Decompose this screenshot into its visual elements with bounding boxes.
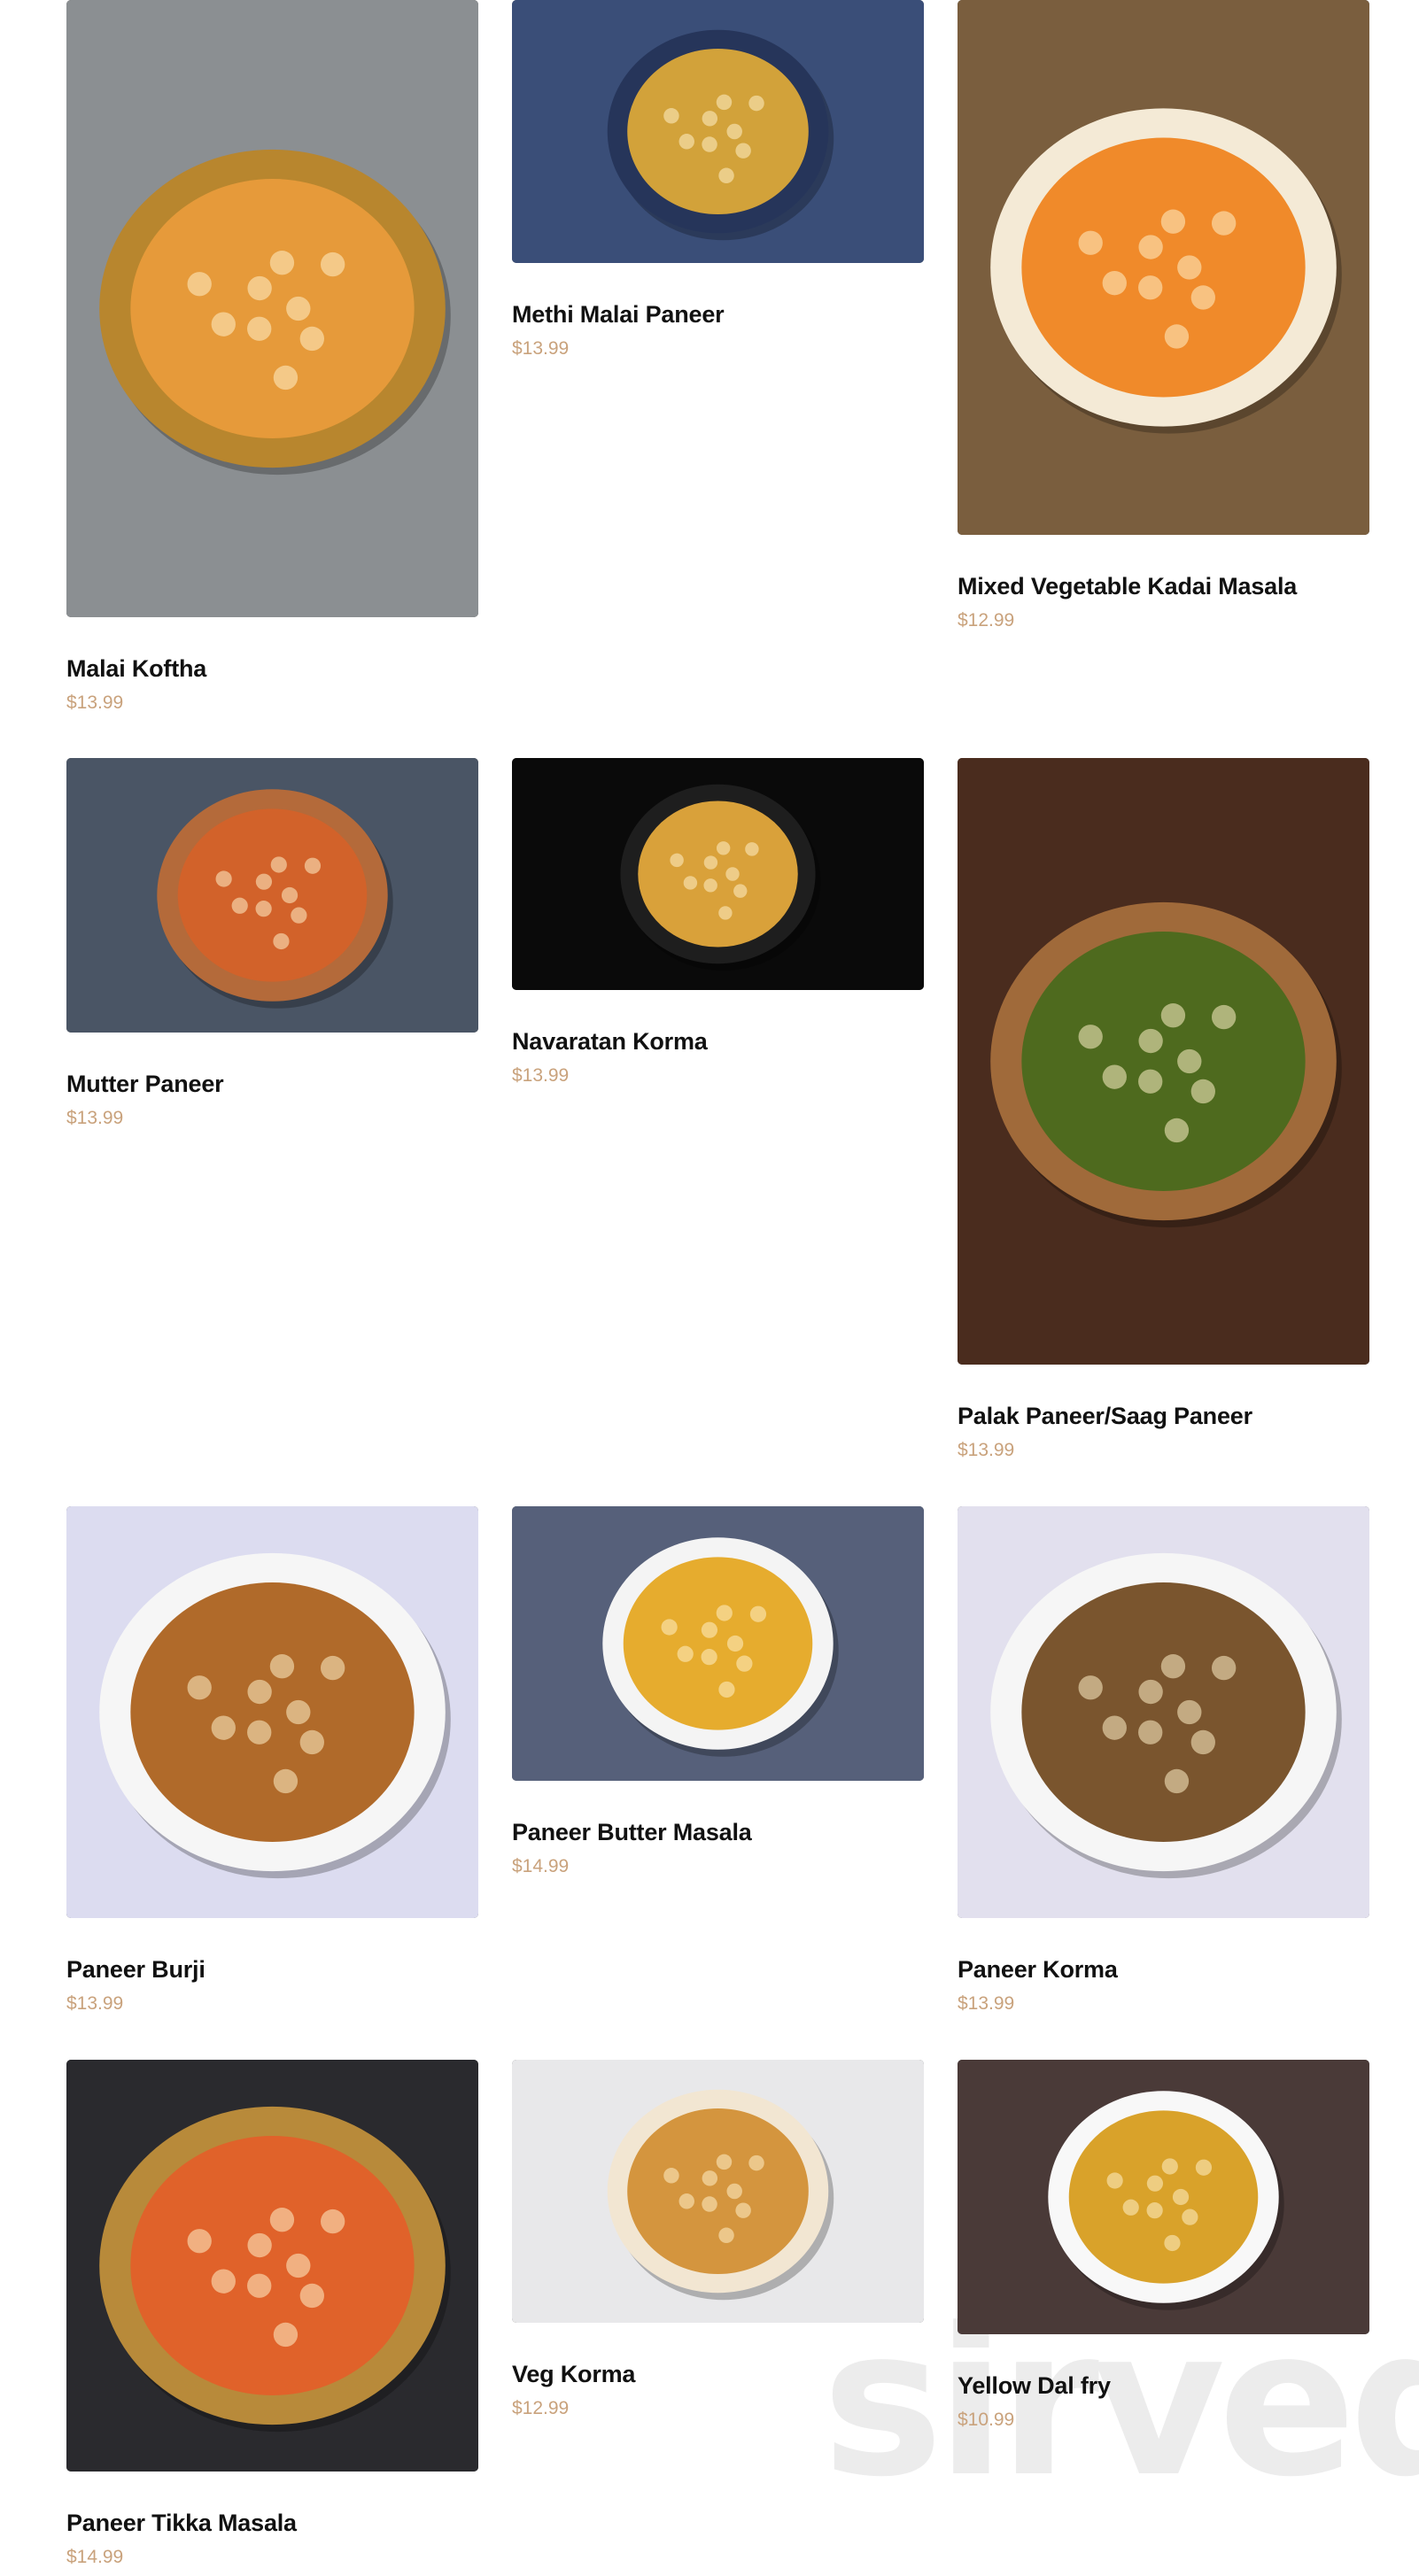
methi-malai-paneer-photo: [512, 0, 924, 263]
menu-item-price: $12.99: [512, 2398, 570, 2418]
navaratan-korma-photo: [512, 758, 924, 990]
mutter-paneer-photo: [66, 758, 478, 1033]
menu-item-price: $14.99: [66, 2547, 124, 2567]
menu-item-card[interactable]: Mixed Vegetable Kadai Masala $12.99: [958, 0, 1369, 632]
menu-item-card[interactable]: Palak Paneer/Saag Paneer $13.99: [958, 758, 1369, 1462]
menu-item-price: $10.99: [958, 2410, 1015, 2430]
menu-item-price: $13.99: [958, 1440, 1015, 1460]
menu-item-card[interactable]: Paneer Butter Masala $14.99: [512, 1506, 924, 1878]
menu-item-name: Yellow Dal fry: [958, 2372, 1111, 2399]
menu-item-name: Paneer Korma: [958, 1956, 1118, 1983]
menu-item-name: Paneer Tikka Masala: [66, 2510, 297, 2536]
menu-item-price: $13.99: [512, 338, 570, 359]
menu-item-name: Paneer Burji: [66, 1956, 205, 1983]
menu-item-card[interactable]: Paneer Burji $13.99: [66, 1506, 478, 2015]
menu-item-name: Veg Korma: [512, 2361, 636, 2387]
menu-item-price: $13.99: [958, 1993, 1015, 2014]
menu-item-price: $13.99: [66, 1993, 124, 2014]
menu-item-name: Navaratan Korma: [512, 1028, 708, 1055]
paneer-butter-masala-photo: [512, 1506, 924, 1781]
veg-korma-photo: [512, 2060, 924, 2323]
menu-item-card[interactable]: Paneer Korma $13.99: [958, 1506, 1369, 2015]
menu-item-card[interactable]: Mutter Paneer $13.99: [66, 758, 478, 1130]
palak-paneer-photo: [958, 758, 1369, 1365]
menu-item-card[interactable]: Yellow Dal fry $10.99: [958, 2060, 1369, 2432]
menu-item-card[interactable]: Paneer Tikka Masala $14.99: [66, 2060, 478, 2569]
menu-item-name: Methi Malai Paneer: [512, 301, 725, 328]
menu-item-price: $13.99: [512, 1065, 570, 1086]
menu-item-card[interactable]: Navaratan Korma $13.99: [512, 758, 924, 1087]
mixed-vegetable-kadai-masala-photo: [958, 0, 1369, 535]
paneer-korma-photo: [958, 1506, 1369, 1918]
paneer-tikka-masala-photo: [66, 2060, 478, 2472]
menu-item-price: $13.99: [66, 692, 124, 713]
yellow-dal-fry-photo: [958, 2060, 1369, 2334]
malai-koftha-photo: [66, 0, 478, 617]
menu-item-price: $13.99: [66, 1108, 124, 1128]
menu-item-price: $14.99: [512, 1856, 570, 1876]
menu-item-name: Paneer Butter Masala: [512, 1819, 752, 1845]
menu-item-name: Mixed Vegetable Kadai Masala: [958, 573, 1298, 600]
paneer-burji-photo: [66, 1506, 478, 1918]
menu-item-name: Palak Paneer/Saag Paneer: [958, 1403, 1252, 1429]
menu-item-card[interactable]: Methi Malai Paneer $13.99: [512, 0, 924, 360]
menu-item-card[interactable]: Malai Koftha $13.99: [66, 0, 478, 715]
menu-item-name: Mutter Paneer: [66, 1071, 224, 1097]
menu-item-name: Malai Koftha: [66, 655, 207, 682]
menu-item-price: $12.99: [958, 610, 1015, 630]
menu-item-card[interactable]: Veg Korma $12.99: [512, 2060, 924, 2420]
